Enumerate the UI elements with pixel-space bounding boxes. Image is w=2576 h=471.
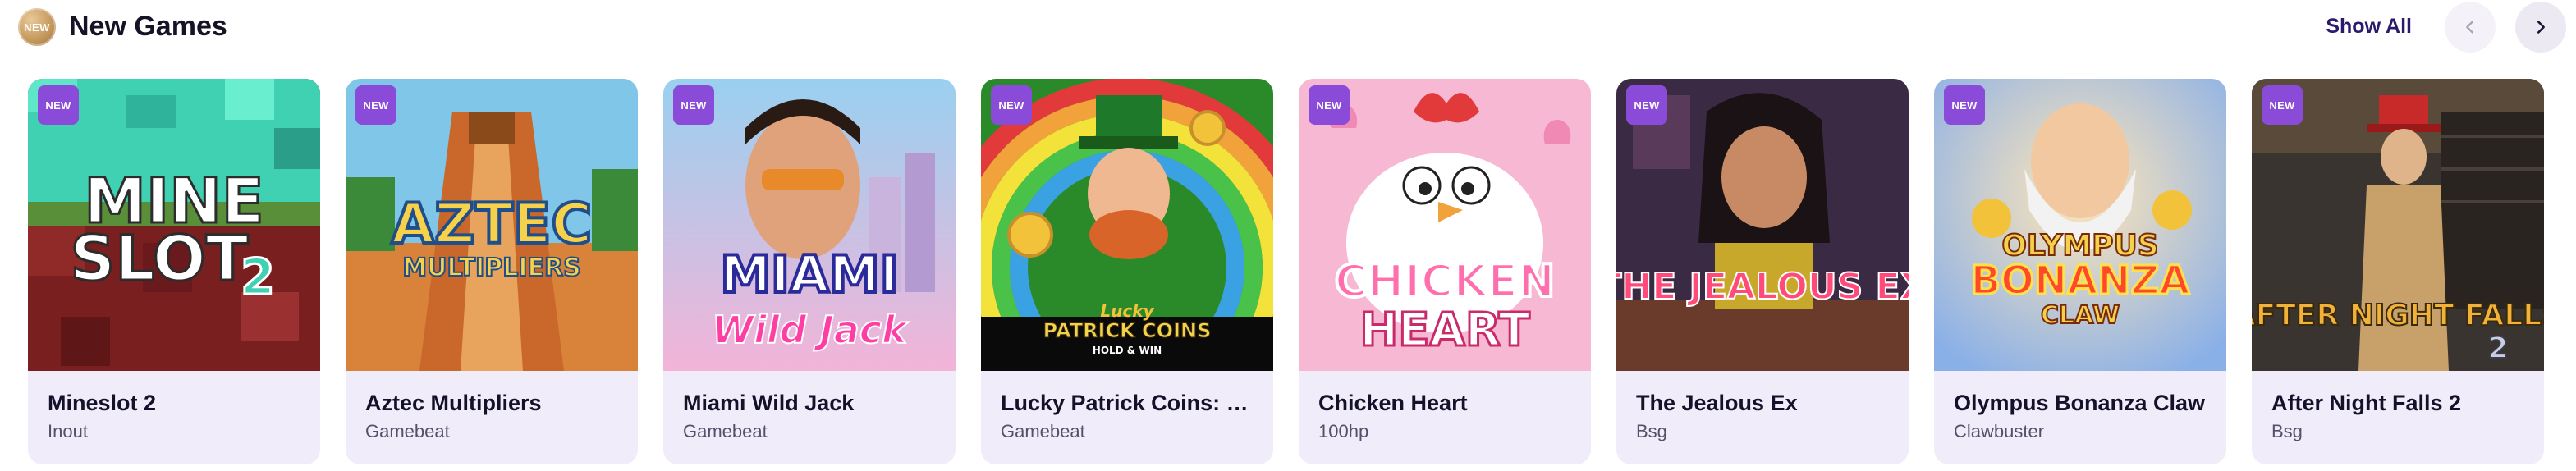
new-badge: NEW <box>673 85 714 125</box>
game-thumbnail: THE JEALOUS EX NEW <box>1616 79 1909 371</box>
svg-text:Wild Jack: Wild Jack <box>712 308 909 352</box>
svg-text:PATRICK COINS: PATRICK COINS <box>1043 319 1212 342</box>
game-card-chicken-heart[interactable]: CHICKEN HEART NEW Chicken Heart 100hp <box>1299 79 1591 464</box>
section-header: NEW New Games Show All <box>0 0 2576 56</box>
chevron-right-icon <box>2537 21 2545 34</box>
game-title: Aztec Multipliers <box>365 391 542 415</box>
svg-text:Lucky: Lucky <box>1100 301 1154 321</box>
game-title: Mineslot 2 <box>48 391 157 415</box>
game-provider: Clawbuster <box>1954 421 2045 441</box>
game-provider: Gamebeat <box>365 421 450 441</box>
game-card-mineslot-2[interactable]: MINE SLOT 2 NEW Mineslot 2 Inout <box>28 79 320 464</box>
art-title: AZTEC MULTIPLIERS <box>390 190 594 283</box>
new-badge: NEW <box>355 85 396 125</box>
game-thumbnail: AZTEC MULTIPLIERS NEW <box>346 79 638 371</box>
game-carousel: MINE SLOT 2 NEW Mineslot 2 Inout AZTEC M… <box>28 79 2576 464</box>
game-card-lucky-patrick-coins[interactable]: Lucky PATRICK COINS HOLD & WIN NEW Lucky… <box>981 79 1273 464</box>
game-title: Lucky Patrick Coins: Hol… <box>1001 391 1254 415</box>
game-info: Aztec Multipliers Gamebeat <box>346 371 638 464</box>
svg-text:HEART: HEART <box>1359 304 1529 357</box>
game-card-after-night-falls-2[interactable]: AFTER NIGHT FALLS 2 NEW After Night Fall… <box>2252 79 2544 464</box>
new-badge: NEW <box>38 85 79 125</box>
game-provider: Inout <box>48 421 88 441</box>
game-provider: Bsg <box>1636 421 1667 441</box>
new-badge: NEW <box>1309 85 1350 125</box>
art-title: MIAMI Wild Jack <box>711 243 910 353</box>
game-thumbnail: OLYMPUS BONANZA CLAW NEW <box>1934 79 2226 371</box>
new-badge: NEW <box>2262 85 2303 125</box>
game-title: The Jealous Ex <box>1636 391 1798 415</box>
game-thumbnail: AFTER NIGHT FALLS 2 NEW <box>2252 79 2544 371</box>
svg-text:SLOT: SLOT <box>71 222 249 295</box>
game-title: Olympus Bonanza Claw <box>1954 391 2206 415</box>
new-badge-icon: NEW <box>18 8 56 46</box>
game-card-miami-wild-jack[interactable]: MIAMI Wild Jack NEW Miami Wild Jack Game… <box>663 79 956 464</box>
svg-text:CLAW: CLAW <box>2041 301 2120 330</box>
show-all-link[interactable]: Show All <box>2326 10 2412 43</box>
carousel-prev-button[interactable] <box>2445 2 2496 53</box>
new-badge: NEW <box>991 85 1032 125</box>
game-provider: Gamebeat <box>683 421 768 441</box>
game-thumbnail: Lucky PATRICK COINS HOLD & WIN NEW <box>981 79 1273 371</box>
svg-text:THE JEALOUS EX: THE JEALOUS EX <box>1616 266 1909 308</box>
game-info: The Jealous Ex Bsg <box>1616 371 1909 464</box>
game-info: Miami Wild Jack Gamebeat <box>663 371 956 464</box>
game-provider: 100hp <box>1318 421 1369 441</box>
game-provider: Gamebeat <box>1001 421 1085 441</box>
game-info: Mineslot 2 Inout <box>28 371 320 464</box>
section-title: New Games <box>69 11 227 42</box>
svg-text:2: 2 <box>2487 332 2508 365</box>
art-title: MINE SLOT 2 <box>69 163 276 308</box>
game-title: After Night Falls 2 <box>2271 391 2462 415</box>
game-info: After Night Falls 2 Bsg <box>2252 371 2544 464</box>
game-card-aztec-multipliers[interactable]: AZTEC MULTIPLIERS NEW Aztec Multipliers … <box>346 79 638 464</box>
new-badge: NEW <box>1944 85 1985 125</box>
game-title: Miami Wild Jack <box>683 391 855 415</box>
game-thumbnail: CHICKEN HEART NEW <box>1299 79 1591 371</box>
game-info: Chicken Heart 100hp <box>1299 371 1591 464</box>
svg-text:2: 2 <box>241 249 275 306</box>
art-title: THE JEALOUS EX <box>1616 265 1909 309</box>
svg-text:AZTEC: AZTEC <box>392 192 593 257</box>
svg-text:AFTER NIGHT FALLS: AFTER NIGHT FALLS <box>2252 299 2544 332</box>
svg-text:BONANZA: BONANZA <box>1971 258 2190 304</box>
game-provider: Bsg <box>2271 421 2303 441</box>
game-info: Olympus Bonanza Claw Clawbuster <box>1934 371 2226 464</box>
game-thumbnail: MINE SLOT 2 NEW <box>28 79 320 371</box>
game-card-the-jealous-ex[interactable]: THE JEALOUS EX NEW The Jealous Ex Bsg <box>1616 79 1909 464</box>
svg-text:HOLD & WIN: HOLD & WIN <box>1093 345 1162 356</box>
svg-text:MULTIPLIERS: MULTIPLIERS <box>402 254 580 282</box>
game-title: Chicken Heart <box>1318 391 1468 415</box>
game-card-olympus-bonanza-claw[interactable]: OLYMPUS BONANZA CLAW NEW Olympus Bonanza… <box>1934 79 2226 464</box>
game-thumbnail: MIAMI Wild Jack NEW <box>663 79 956 371</box>
game-info: Lucky Patrick Coins: Hol… Gamebeat <box>981 371 1273 464</box>
carousel-next-button[interactable] <box>2515 2 2566 53</box>
svg-text:CHICKEN: CHICKEN <box>1335 255 1555 307</box>
svg-text:MIAMI: MIAMI <box>720 245 899 304</box>
chevron-left-icon <box>2466 21 2473 34</box>
art-title: CHICKEN HEART <box>1333 254 1556 359</box>
new-games-section: NEW New Games Show All MINE SLOT 2 NEW M… <box>0 0 2576 471</box>
new-badge: NEW <box>1626 85 1667 125</box>
